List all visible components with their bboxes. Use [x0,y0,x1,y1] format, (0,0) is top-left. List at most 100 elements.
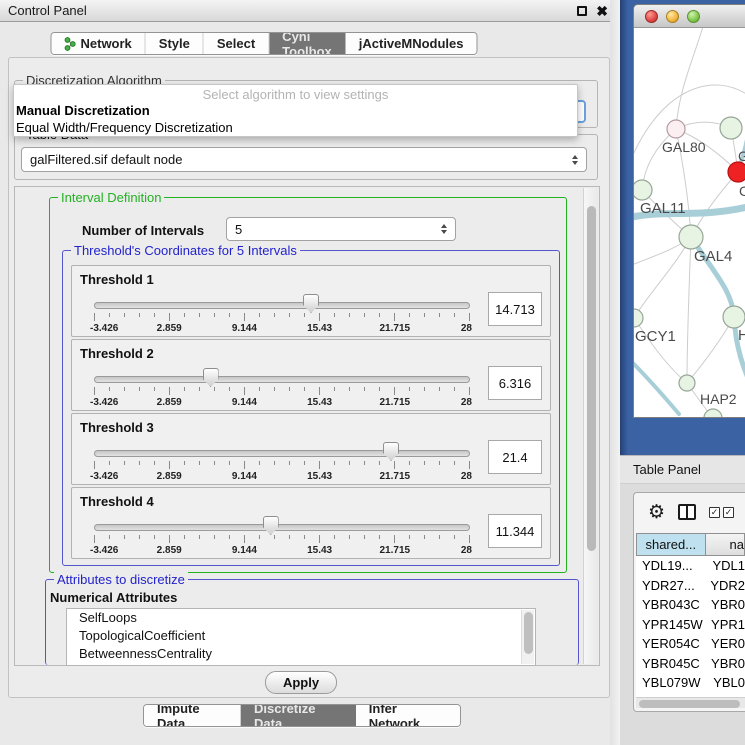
threshold-1-slider-handle[interactable] [303,294,319,313]
close-button[interactable] [645,10,658,23]
threshold-3-slider-handle[interactable] [383,442,399,461]
select-columns-icon[interactable]: ✓ [709,507,720,518]
table-toolbar: ⚙ ✓ ✓ [634,493,745,531]
numerical-attributes-list[interactable]: SelfLoops TopologicalCoefficient Between… [66,608,536,666]
table-data-group: Table Data galFiltered.sif default node [14,134,598,180]
table-row[interactable]: YDR27...YDR2 [636,576,745,596]
algorithm-settings-scrollpane: Interval Definition Number of Intervals … [14,186,600,666]
threshold-4-ticks [94,535,470,544]
tab-jactivemnodules[interactable]: jActiveMNodules [346,33,477,54]
threshold-4-label: Threshold 4 [80,494,154,509]
node-label-h-partial: H [738,327,745,344]
gear-icon[interactable]: ⚙ [648,503,665,522]
table-row[interactable]: YBR045CYBR0 [636,654,745,674]
control-panel-titlebar: Control Panel ✖ [0,0,620,22]
algorithm-option-equal-width[interactable]: Equal Width/Frequency Discretization [14,120,577,137]
threshold-2-slider-track[interactable] [94,376,470,383]
node-h[interactable] [723,306,745,328]
number-of-intervals-combo[interactable]: 5 [226,217,456,241]
number-of-intervals-value: 5 [235,222,242,237]
tab-discretize-data[interactable]: Discretize Data [241,705,356,726]
threshold-1-value-field[interactable]: 14.713 [488,292,542,326]
tab-select-label: Select [217,36,255,51]
panel-divider [610,0,620,745]
table-horizontal-scrollbar[interactable] [636,697,745,708]
combo-spinner-icon [437,224,455,234]
tab-infer-label: Infer Network [369,704,447,727]
table-row[interactable]: YBR043CYBR0 [636,595,745,615]
threshold-1-panel: Threshold 1 -3.4262.8599.14415.4321.7152… [71,265,551,337]
tab-cyni-toolbox[interactable]: Cyni Toolbox [269,33,346,54]
tab-select[interactable]: Select [204,33,269,54]
threshold-1-tick-labels: -3.4262.8599.14415.4321.71528 [94,323,470,334]
node-label-gal80: GAL80 [662,139,706,155]
node-label-gal11: GAL11 [640,200,686,217]
table-data-combo-value: galFiltered.sif default node [30,152,182,167]
node-gal4[interactable] [679,225,703,249]
tab-style-label: Style [159,36,190,51]
list-item[interactable]: SelfLoops [67,609,535,627]
tab-impute-label: Impute Data [157,704,227,727]
network-view-window: GAL80 G C GAL11 GAL4 GCY1 H HAP2 [633,4,745,418]
threshold-1-label: Threshold 1 [80,272,154,287]
table-header-row: shared... na [636,533,745,556]
column-header-name[interactable]: na [706,533,745,556]
threshold-3-slider-track[interactable] [94,450,470,457]
tab-network[interactable]: Network [51,33,145,54]
threshold-3-value-field[interactable]: 21.4 [488,440,542,474]
list-scrollbar[interactable] [521,610,534,664]
apply-button[interactable]: Apply [265,671,337,694]
network-canvas[interactable]: GAL80 G C GAL11 GAL4 GCY1 H HAP2 [634,28,745,417]
select-all-columns-icon[interactable]: ✓ [723,507,734,518]
float-window-icon[interactable] [577,6,587,16]
node-hap2[interactable] [679,375,695,391]
control-panel: Control Panel ✖ Network Style Select Cyn… [0,0,620,745]
bottom-tabbar: Impute Data Discretize Data Infer Networ… [143,704,461,727]
threshold-2-slider-handle[interactable] [203,368,219,387]
node-gal80-neighbor[interactable] [667,120,685,138]
split-columns-icon[interactable] [678,504,696,520]
node-label-gal4: GAL4 [694,248,732,265]
table-data-combo[interactable]: galFiltered.sif default node [21,147,587,172]
column-header-shared-name[interactable]: shared... [636,533,706,556]
table-row[interactable]: YER054CYER0 [636,634,745,654]
minimize-button[interactable] [666,10,679,23]
node-gcy1[interactable] [634,309,643,327]
network-graph: GAL80 G C GAL11 GAL4 GCY1 H HAP2 [634,28,745,418]
threshold-4-slider-track[interactable] [94,524,470,531]
threshold-2-value-field[interactable]: 6.316 [488,366,542,400]
control-panel-title: Control Panel [8,3,87,18]
threshold-2-panel: Threshold 2 -3.4262.8599.14415.4321.7152… [71,339,551,411]
node-red-selected[interactable] [728,162,745,182]
threshold-1-ticks [94,313,470,322]
node-green-top[interactable] [720,117,742,139]
node-gal11[interactable] [634,180,652,200]
thresholds-group: Threshold's Coordinates for 5 Intervals … [62,250,560,566]
node-label-g-partial: G [738,148,745,164]
threshold-4-slider-handle[interactable] [263,516,279,535]
algorithm-option-manual[interactable]: Manual Discretization [14,103,577,120]
settings-scrollbar[interactable] [583,188,598,664]
tab-cyni-label: Cyni Toolbox [282,32,332,55]
table-row[interactable]: YBL079WYBL0 [636,673,745,693]
algorithm-dropdown-popup: Select algorithm to view settings Manual… [13,84,578,137]
attributes-group-title: Attributes to discretize [54,572,188,587]
tab-impute-data[interactable]: Impute Data [144,705,241,726]
table-panel-header: Table Panel [620,455,745,484]
table-row[interactable]: YDL19...YDL1 [636,556,745,576]
settings-scrollbar-thumb[interactable] [587,206,596,551]
number-of-intervals-label: Number of Intervals [82,223,204,238]
table-row[interactable]: YPR145WYPR1 [636,615,745,635]
threshold-3-label: Threshold 3 [80,420,154,435]
tab-style[interactable]: Style [146,33,204,54]
list-item[interactable]: TopologicalCoefficient [67,627,535,645]
list-item[interactable]: BetweennessCentrality [67,645,535,663]
threshold-2-tick-labels: -3.4262.8599.14415.4321.71528 [94,397,470,408]
interval-definition-title: Interval Definition [58,190,164,205]
threshold-1-slider-track[interactable] [94,302,470,309]
zoom-button[interactable] [687,10,700,23]
tab-infer-network[interactable]: Infer Network [356,705,460,726]
close-icon[interactable]: ✖ [596,6,608,16]
threshold-4-value-field[interactable]: 11.344 [488,514,542,548]
table-hscrollbar-thumb[interactable] [639,700,740,708]
